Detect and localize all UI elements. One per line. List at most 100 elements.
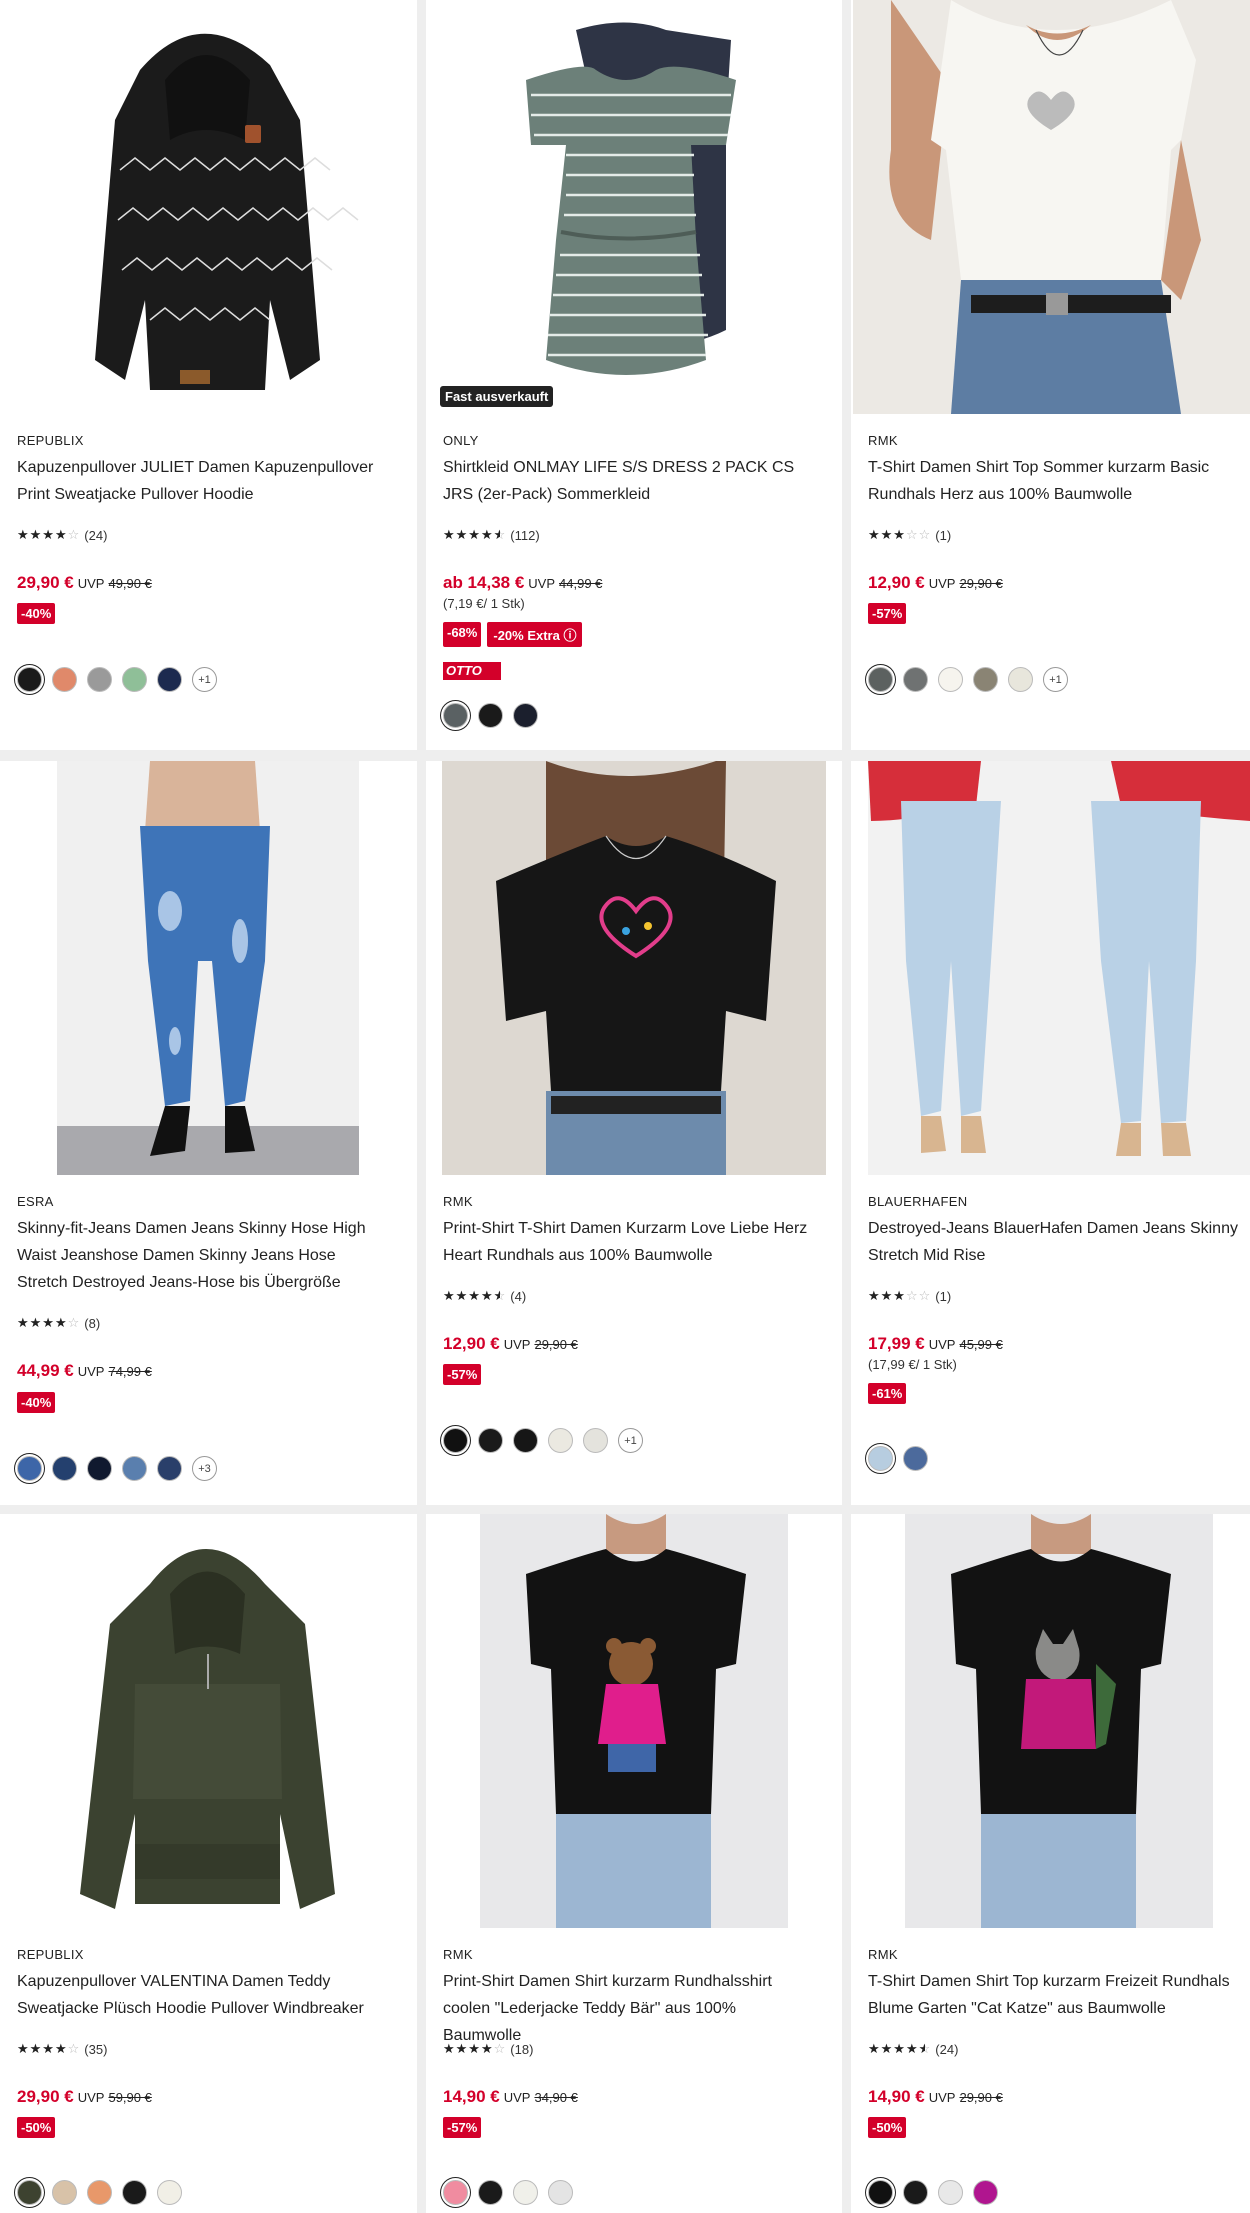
color-swatch[interactable] [938,2180,963,2205]
color-swatch[interactable] [478,703,503,728]
color-swatches [443,2180,573,2205]
review-count: (24) [935,2042,959,2057]
color-swatch[interactable] [903,2180,928,2205]
color-swatch[interactable] [903,1446,928,1471]
product-brand: ESRA [17,1194,54,1209]
product-image[interactable] [0,1514,417,1928]
extra-discount-badge[interactable]: -20% Extra ⓘ [487,622,583,647]
color-swatch[interactable] [122,667,147,692]
discount-row: -57% [443,1364,482,1385]
color-swatch[interactable] [52,667,77,692]
product-image[interactable]: Fast ausverkauft [426,0,842,414]
color-swatch[interactable] [868,1446,893,1471]
product-rating: ☆☆☆☆☆★★★★★ (1) [868,1289,951,1304]
color-swatch[interactable] [478,2180,503,2205]
discount-badge: -61% [868,1383,907,1404]
color-swatch[interactable] [87,2180,112,2205]
color-swatch[interactable] [513,703,538,728]
color-swatch[interactable] [548,2180,573,2205]
color-swatch[interactable] [122,2180,147,2205]
color-swatch[interactable] [122,1456,147,1481]
color-swatch[interactable] [157,2180,182,2205]
product-brand: RMK [868,1947,898,1962]
discount-row: -57% [868,603,907,624]
star-rating-icon: ☆☆☆☆☆★★★★★ [17,1316,81,1331]
product-card[interactable]: BLAUERHAFEN Destroyed-Jeans BlauerHafen … [851,761,1250,1505]
color-swatch[interactable] [868,2180,893,2205]
product-image[interactable] [851,0,1250,414]
price-line: 29,90 € UVP 59,90 € [17,2087,152,2107]
product-price: 14,90 € [443,2087,500,2106]
color-swatch[interactable] [868,667,893,692]
product-title[interactable]: Destroyed-Jeans BlauerHafen Damen Jeans … [868,1215,1238,1269]
color-swatch[interactable] [52,2180,77,2205]
color-swatch[interactable] [443,2180,468,2205]
color-swatch[interactable] [87,1456,112,1481]
uvp-label: UVP [503,1337,531,1352]
price-line: 12,90 € UVP 29,90 € [868,573,1003,593]
discount-row: -68% -20% Extra ⓘ [443,622,583,647]
product-card[interactable]: Fast ausverkauft ONLY Shirtkleid ONLMAY … [426,0,842,750]
color-swatch[interactable] [157,1456,182,1481]
color-swatch[interactable] [973,2180,998,2205]
product-title[interactable]: Kapuzenpullover VALENTINA Damen Teddy Sw… [17,1968,387,2022]
more-colors-button[interactable]: +1 [1043,667,1068,692]
color-swatch[interactable] [52,1456,77,1481]
uvp-price: 45,99 € [959,1337,1003,1352]
color-swatch[interactable] [903,667,928,692]
more-colors-button[interactable]: +1 [192,667,217,692]
product-rating: ☆☆☆☆☆★★★★★ (24) [17,528,107,543]
product-title[interactable]: Kapuzenpullover JULIET Damen Kapuzenpull… [17,454,387,508]
color-swatch[interactable] [478,1428,503,1453]
product-title[interactable]: Skinny-fit-Jeans Damen Jeans Skinny Hose… [17,1215,387,1296]
color-swatch[interactable] [583,1428,608,1453]
color-swatch[interactable] [548,1428,573,1453]
color-swatch[interactable] [938,667,963,692]
product-card[interactable]: RMK T-Shirt Damen Shirt Top Sommer kurza… [851,0,1250,750]
product-image[interactable] [426,1514,842,1928]
color-swatch[interactable] [1008,667,1033,692]
hoodie-image-icon [80,1549,335,1909]
color-swatch[interactable] [443,1428,468,1453]
more-colors-button[interactable]: +1 [618,1428,643,1453]
product-image[interactable] [0,761,417,1175]
color-swatch[interactable] [157,667,182,692]
product-card[interactable]: REPUBLIX Kapuzenpullover JULIET Damen Ka… [0,0,417,750]
star-rating-icon: ☆☆☆☆☆★★★★★ [17,528,81,543]
color-swatch[interactable] [87,667,112,692]
uvp-price: 29,90 € [959,2090,1003,2105]
uvp-label: UVP [928,576,956,591]
review-count: (24) [84,528,108,543]
more-colors-button[interactable]: +3 [192,1456,217,1481]
color-swatch[interactable] [17,667,42,692]
product-rating: ☆☆☆☆☆★★★★★ (35) [17,2042,107,2057]
product-card[interactable]: ESRA Skinny-fit-Jeans Damen Jeans Skinny… [0,761,417,1505]
product-title[interactable]: Print-Shirt Damen Shirt kurzarm Rundhals… [443,1968,813,2049]
product-rating: ☆☆☆☆☆★★★★★ (8) [17,1316,100,1331]
uvp-price: 49,90 € [108,576,152,591]
product-image[interactable] [851,1514,1250,1928]
tshirt-image-icon [480,1514,788,1928]
color-swatch[interactable] [513,2180,538,2205]
product-image[interactable] [0,0,417,414]
color-swatch[interactable] [443,703,468,728]
product-image[interactable] [426,761,842,1175]
product-card[interactable]: RMK T-Shirt Damen Shirt Top kurzarm Frei… [851,1514,1250,2213]
color-swatch[interactable] [17,1456,42,1481]
product-brand: BLAUERHAFEN [868,1194,968,1209]
color-swatches [868,1446,928,1471]
color-swatch[interactable] [973,667,998,692]
price-line: 14,90 € UVP 34,90 € [443,2087,578,2107]
product-card[interactable]: RMK Print-Shirt T-Shirt Damen Kurzarm Lo… [426,761,842,1505]
product-title[interactable]: Shirtkleid ONLMAY LIFE S/S DRESS 2 PACK … [443,454,813,508]
color-swatch[interactable] [17,2180,42,2205]
discount-badge: -50% [868,2117,907,2138]
color-swatch[interactable] [513,1428,538,1453]
product-title[interactable]: T-Shirt Damen Shirt Top kurzarm Freizeit… [868,1968,1238,2022]
product-image[interactable] [851,761,1250,1175]
product-title[interactable]: T-Shirt Damen Shirt Top Sommer kurzarm B… [868,454,1238,508]
product-title[interactable]: Print-Shirt T-Shirt Damen Kurzarm Love L… [443,1215,813,1269]
product-card[interactable]: REPUBLIX Kapuzenpullover VALENTINA Damen… [0,1514,417,2213]
product-card[interactable]: RMK Print-Shirt Damen Shirt kurzarm Rund… [426,1514,842,2213]
color-swatches: +1 [443,1428,643,1453]
